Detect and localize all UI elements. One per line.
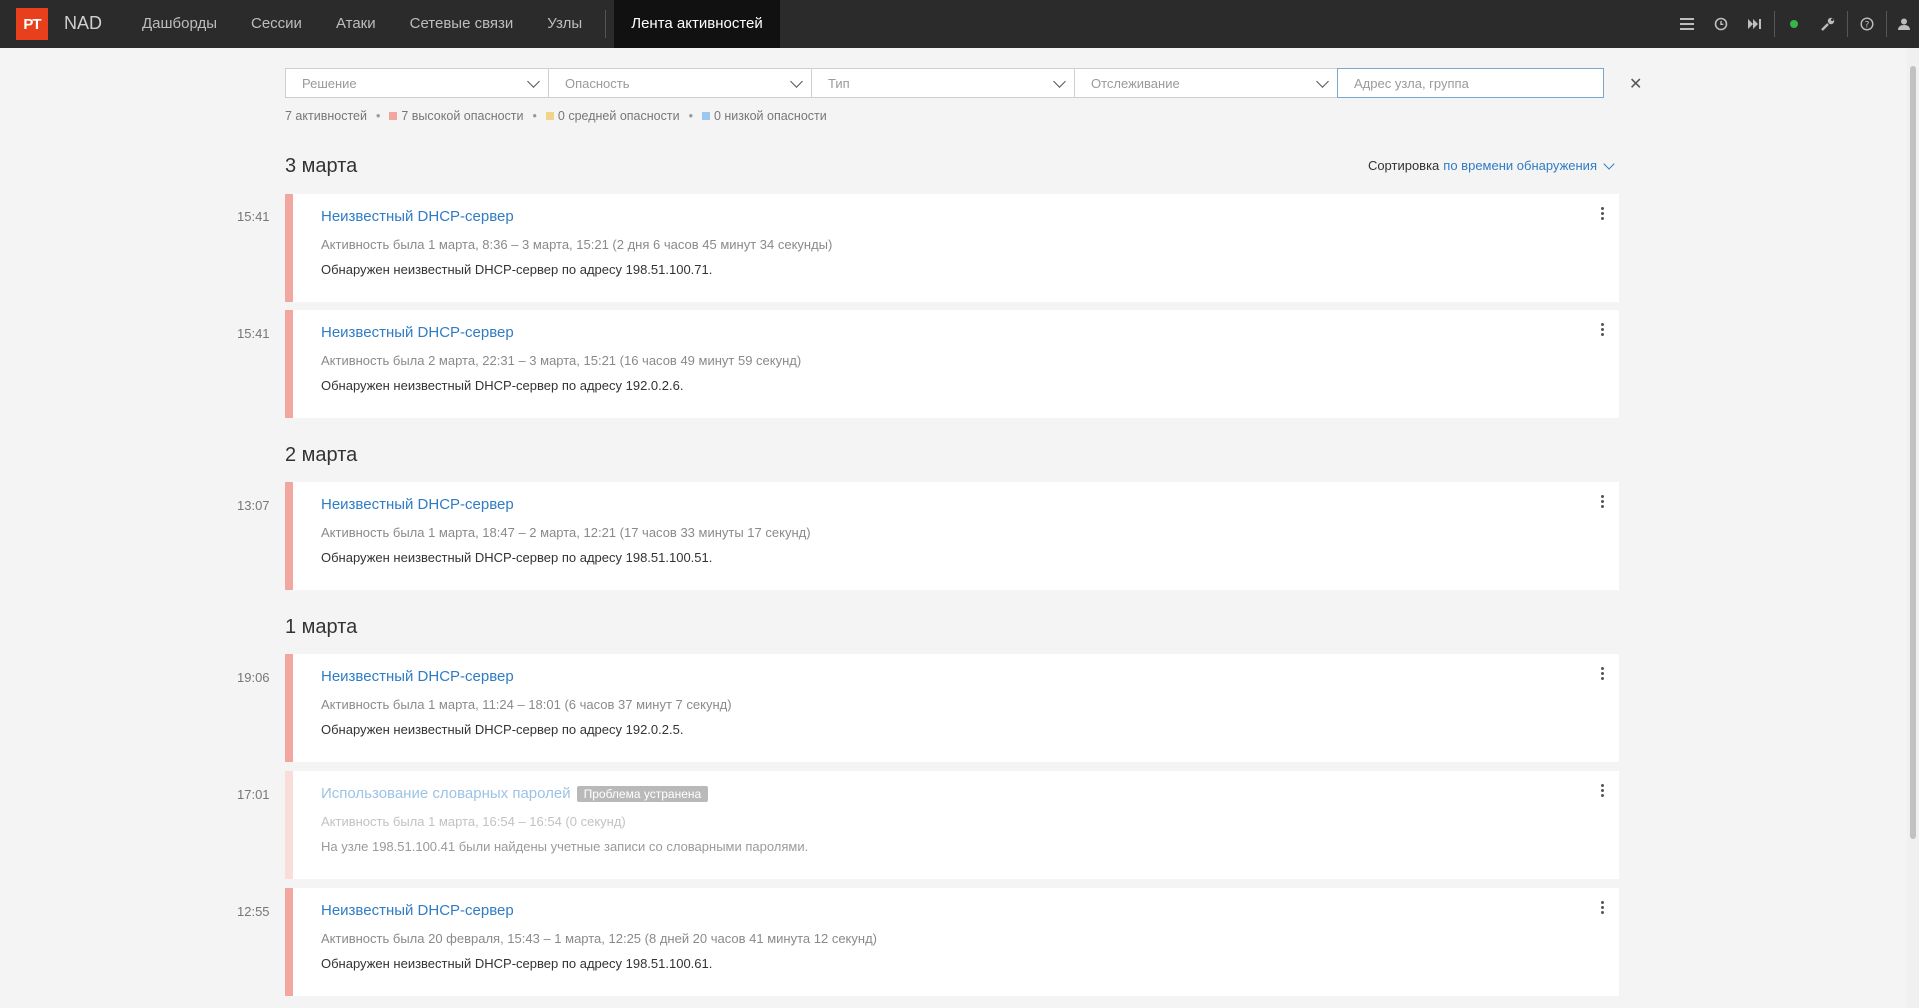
activity-period: Активность была 20 февраля, 15:43 – 1 ма… — [321, 931, 877, 946]
activity-time: 15:41 — [237, 326, 270, 341]
top-icons: ? — [1670, 0, 1919, 48]
svg-text:?: ? — [1865, 20, 1870, 30]
type-filter-label: Тип — [828, 75, 850, 91]
date-header: 2 марта — [285, 444, 358, 466]
severity-filter[interactable]: Опасность — [548, 68, 812, 98]
activity-description: На узле 198.51.100.41 были найдены учетн… — [321, 839, 809, 854]
activity-time: 12:55 — [237, 904, 270, 919]
activity-description: Обнаружен неизвестный DHCP-сервер по адр… — [321, 378, 684, 393]
sort-control: Сортировка по времени обнаружения — [1367, 157, 1615, 173]
nav-nodes[interactable]: Узлы — [530, 0, 599, 48]
tracking-filter-label: Отслеживание — [1091, 75, 1180, 91]
high-count: 7 высокой опасности — [401, 109, 524, 123]
decision-filter[interactable]: Решение — [285, 68, 549, 98]
more-options-icon[interactable] — [1601, 667, 1605, 680]
total-count: 7 активностей — [285, 109, 367, 123]
pt-logo[interactable]: PT — [16, 8, 48, 40]
scrollbar[interactable] — [1907, 48, 1919, 1008]
user-icon[interactable] — [1889, 0, 1919, 48]
activity-title-link[interactable]: Неизвестный DHCP-сервер — [321, 496, 514, 513]
activity-title-link[interactable]: Неизвестный DHCP-сервер — [321, 902, 514, 919]
wrench-icon[interactable] — [1811, 0, 1845, 48]
nav-network-links[interactable]: Сетевые связи — [393, 0, 531, 48]
activity-card[interactable]: Неизвестный DHCP-сервер Активность была … — [285, 482, 1619, 590]
activity-title-text[interactable]: Использование словарных паролей — [321, 785, 571, 802]
activity-title-link[interactable]: Неизвестный DHCP-сервер — [321, 668, 514, 685]
icon-divider — [1774, 11, 1775, 37]
medium-severity-icon — [545, 112, 554, 120]
activity-card[interactable]: Неизвестный DHCP-сервер Активность была … — [285, 888, 1619, 996]
medium-count: 0 средней опасности — [557, 109, 680, 123]
activity-time: 15:41 — [237, 209, 270, 224]
activity-period: Активность была 2 марта, 22:31 – 3 марта… — [321, 353, 802, 368]
search-input[interactable] — [1337, 68, 1604, 98]
scrollbar-thumb[interactable] — [1910, 66, 1916, 839]
clock-icon[interactable] — [1704, 0, 1738, 48]
clear-filters-icon[interactable]: ✕ — [1629, 74, 1642, 94]
nav-sessions[interactable]: Сессии — [234, 0, 319, 48]
more-options-icon[interactable] — [1601, 323, 1605, 336]
severity-filter-label: Опасность — [565, 75, 630, 91]
help-icon[interactable]: ? — [1850, 0, 1884, 48]
activity-card[interactable]: Неизвестный DHCP-сервер Активность была … — [285, 194, 1619, 302]
menu-icon[interactable] — [1670, 0, 1704, 48]
more-options-icon[interactable] — [1601, 784, 1605, 797]
activity-time: 17:01 — [237, 787, 270, 802]
date-header: 1 марта — [285, 616, 358, 638]
product-name[interactable]: NAD — [64, 13, 102, 34]
filter-bar: Решение Опасность Тип Отслеживание — [285, 68, 1604, 98]
activity-title-link[interactable]: Неизвестный DHCP-сервер — [321, 208, 514, 225]
activity-card-resolved[interactable]: Использование словарных паролей Проблема … — [285, 771, 1619, 879]
activity-card[interactable]: Неизвестный DHCP-сервер Активность была … — [285, 654, 1619, 762]
activity-period: Активность была 1 марта, 16:54 – 16:54 (… — [321, 814, 626, 829]
activity-time: 13:07 — [237, 498, 270, 513]
activity-summary: 7 активностей • 7 высокой опасности • 0 … — [285, 109, 827, 123]
more-options-icon[interactable] — [1601, 495, 1605, 508]
high-severity-icon — [389, 112, 398, 120]
sort-label: Сортировка — [1367, 158, 1440, 173]
tracking-filter[interactable]: Отслеживание — [1074, 68, 1338, 98]
date-header: 3 марта — [285, 155, 358, 177]
activity-period: Активность была 1 марта, 8:36 – 3 марта,… — [321, 237, 833, 252]
status-dot-icon[interactable] — [1777, 0, 1811, 48]
chevron-down-icon — [1053, 74, 1066, 88]
icon-divider — [1886, 11, 1887, 37]
fast-forward-icon[interactable] — [1738, 0, 1772, 48]
top-bar: PT NAD Дашборды Сессии Атаки Сетевые свя… — [0, 0, 1919, 48]
chevron-down-icon — [1316, 74, 1329, 88]
chevron-down-icon — [790, 74, 803, 88]
more-options-icon[interactable] — [1601, 207, 1605, 220]
icon-divider — [1847, 11, 1848, 37]
sort-value-link[interactable]: по времени обнаружения — [1443, 158, 1597, 173]
more-options-icon[interactable] — [1601, 901, 1605, 914]
activity-card[interactable]: Неизвестный DHCP-сервер Активность была … — [285, 310, 1619, 418]
nav-attacks[interactable]: Атаки — [319, 0, 393, 48]
low-count: 0 низкой опасности — [713, 109, 827, 123]
nav-dashboards[interactable]: Дашборды — [125, 0, 234, 48]
chevron-down-icon[interactable] — [1603, 157, 1615, 170]
resolved-badge: Проблема устранена — [576, 786, 709, 802]
activity-title-link: Использование словарных паролей Проблема … — [321, 785, 709, 802]
nav-activity-feed[interactable]: Лента активностей — [614, 0, 780, 48]
chevron-down-icon — [527, 74, 540, 88]
activity-description: Обнаружен неизвестный DHCP-сервер по адр… — [321, 956, 713, 971]
decision-filter-label: Решение — [302, 75, 357, 91]
low-severity-icon — [701, 112, 710, 120]
activity-time: 19:06 — [237, 670, 270, 685]
activity-period: Активность была 1 марта, 11:24 – 18:01 (… — [321, 697, 732, 712]
type-filter[interactable]: Тип — [811, 68, 1075, 98]
main-nav: Дашборды Сессии Атаки Сетевые связи Узлы… — [125, 0, 780, 48]
activity-title-link[interactable]: Неизвестный DHCP-сервер — [321, 324, 514, 341]
activity-description: Обнаружен неизвестный DHCP-сервер по адр… — [321, 722, 684, 737]
activity-description: Обнаружен неизвестный DHCP-сервер по адр… — [321, 550, 713, 565]
nav-divider — [605, 10, 607, 38]
activity-description: Обнаружен неизвестный DHCP-сервер по адр… — [321, 262, 713, 277]
activity-period: Активность была 1 марта, 18:47 – 2 марта… — [321, 525, 811, 540]
